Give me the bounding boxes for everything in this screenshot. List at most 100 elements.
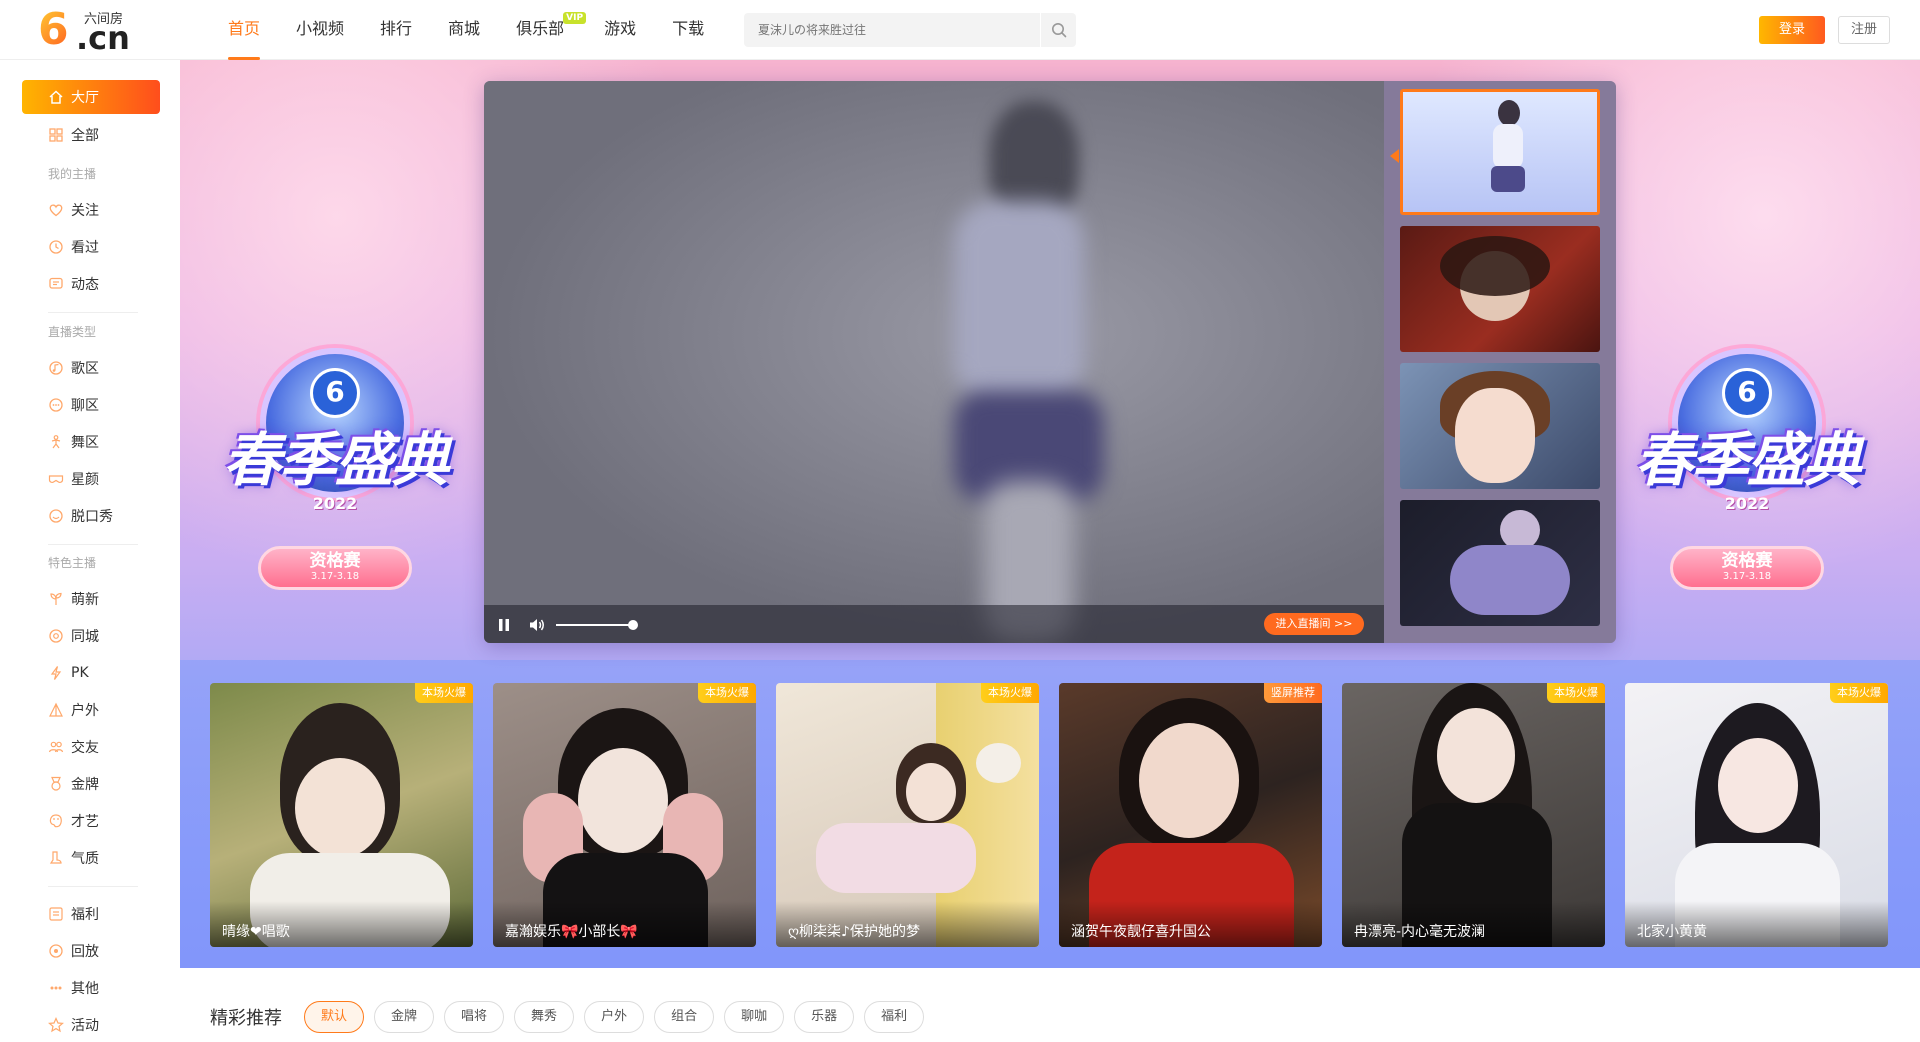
- sidebar-item-chat[interactable]: 聊区: [22, 388, 160, 422]
- nav-ranking-label: 排行: [380, 19, 413, 38]
- sidebar-divider: [48, 886, 138, 887]
- sidebar-item-all[interactable]: 全部: [22, 118, 160, 152]
- sidebar-item-replay[interactable]: 回放: [22, 934, 160, 968]
- sidebar-item-other[interactable]: 其他: [22, 971, 160, 1005]
- enter-room-button[interactable]: 进入直播间 >>: [1264, 613, 1364, 635]
- site-logo[interactable]: 6 .cn 六间房: [38, 8, 138, 55]
- anchor-card[interactable]: 本场火爆 嘉瀚娱乐🎀小部长🎀: [493, 683, 756, 947]
- volume-icon[interactable]: [528, 616, 546, 634]
- search-button[interactable]: [1040, 13, 1076, 47]
- recommend-bar: 精彩推荐 默认 金牌 唱将 舞秀 户外 组合 聊咖 乐器 福利: [210, 1000, 934, 1034]
- thumb-figure: [1498, 100, 1520, 126]
- tab-chat[interactable]: 聊咖: [724, 1001, 785, 1033]
- sidebar-item-outdoor[interactable]: 户外: [22, 693, 160, 727]
- sidebar-item-dance[interactable]: 舞区: [22, 425, 160, 459]
- replay-icon: [48, 943, 64, 959]
- register-button[interactable]: 注册: [1838, 16, 1890, 44]
- search-input[interactable]: [744, 13, 1040, 47]
- card-figure: [578, 748, 668, 853]
- card-figure: [295, 758, 385, 858]
- nav-mall[interactable]: 商城: [430, 0, 498, 60]
- anchor-card[interactable]: 本场火爆 晴缘❤唱歌: [210, 683, 473, 947]
- pause-icon[interactable]: [496, 617, 512, 633]
- sidebar-item-label: 萌新: [71, 592, 99, 608]
- sidebar-item-cute[interactable]: 萌新: [22, 582, 160, 616]
- sidebar-item-talent[interactable]: 才艺: [22, 804, 160, 838]
- anchor-card[interactable]: 竖屏推荐 涵贺午夜靓仔喜升国公: [1059, 683, 1322, 947]
- event-year: 2022: [312, 494, 358, 513]
- boot-icon: [48, 850, 64, 866]
- tab-welfare[interactable]: 福利: [864, 1001, 925, 1033]
- event-emblem-left[interactable]: 6 春季盛典 2022 资格赛 3.17-3.18: [200, 328, 470, 598]
- sidebar-item-label: 看过: [71, 240, 99, 256]
- event-stage-pill: 资格赛 3.17-3.18: [258, 546, 412, 590]
- sidebar-item-talkshow[interactable]: 脱口秀: [22, 499, 160, 533]
- sidebar-item-label: PK: [71, 665, 89, 681]
- nav-ranking[interactable]: 排行: [362, 0, 430, 60]
- nav-club[interactable]: 俱乐部 VIP: [498, 0, 587, 60]
- tab-default[interactable]: 默认: [304, 1001, 365, 1033]
- nav-short-video[interactable]: 小视频: [278, 0, 362, 60]
- hot-badge: 本场火爆: [1830, 683, 1888, 703]
- thumb-figure: [1491, 166, 1525, 192]
- anchor-name: 北家小黄黄: [1625, 901, 1888, 947]
- sidebar-item-hall[interactable]: 大厅: [22, 80, 160, 114]
- sidebar-item-activity[interactable]: 活动: [22, 1008, 160, 1042]
- anchor-name: 嘉瀚娱乐🎀小部长🎀: [493, 901, 756, 947]
- section-heading-feature: 特色主播: [48, 556, 97, 570]
- sidebar-item-star[interactable]: 星颜: [22, 462, 160, 496]
- sidebar-item-city[interactable]: 同城: [22, 619, 160, 653]
- heart-icon: [48, 202, 64, 218]
- sidebar-item-label: 聊区: [71, 398, 99, 414]
- sidebar-item-temperament[interactable]: 气质: [22, 841, 160, 875]
- stream-thumbnail[interactable]: [1400, 500, 1600, 626]
- tab-singer[interactable]: 唱将: [444, 1001, 505, 1033]
- sidebar-item-label: 歌区: [71, 361, 99, 377]
- live-video-player: 进入直播间 >>: [484, 81, 1616, 643]
- main-nav: 首页 小视频 排行 商城 俱乐部 VIP 游戏 下载: [210, 0, 722, 60]
- sidebar-item-dynamic[interactable]: 动态: [22, 267, 160, 301]
- tab-group[interactable]: 组合: [654, 1001, 715, 1033]
- home-icon: [48, 89, 64, 105]
- section-heading-live-type: 直播类型: [48, 325, 97, 339]
- volume-slider-handle[interactable]: [628, 620, 638, 630]
- anchor-name: 涵贺午夜靓仔喜升国公: [1059, 901, 1322, 947]
- event-emblem-right[interactable]: 6 春季盛典 2022 资格赛 3.17-3.18: [1612, 328, 1882, 598]
- thumb-figure: [1440, 236, 1550, 296]
- nav-club-label: 俱乐部: [516, 19, 565, 38]
- sidebar-item-label: 活动: [71, 1018, 99, 1034]
- sidebar-item-welfare[interactable]: 福利: [22, 897, 160, 931]
- nav-home-label: 首页: [228, 19, 261, 38]
- stream-thumbnail[interactable]: [1400, 89, 1600, 215]
- tab-gold[interactable]: 金牌: [374, 1001, 435, 1033]
- stream-thumbnail[interactable]: [1400, 363, 1600, 489]
- sidebar-item-pk[interactable]: PK: [22, 656, 160, 690]
- live-video-frame[interactable]: [484, 81, 1384, 643]
- card-figure: [1139, 723, 1239, 838]
- emblem-six-icon: 6: [1722, 368, 1772, 418]
- tab-instrument[interactable]: 乐器: [794, 1001, 855, 1033]
- gift-box-icon: [48, 906, 64, 922]
- sidebar-item-label: 同城: [71, 629, 99, 645]
- anchor-name: 冉漂亮-内心毫无波澜: [1342, 901, 1605, 947]
- card-figure: [1718, 738, 1798, 833]
- sidebar-item-follow[interactable]: 关注: [22, 193, 160, 227]
- volume-slider-track[interactable]: [556, 624, 632, 626]
- nav-games[interactable]: 游戏: [586, 0, 654, 60]
- tab-outdoor[interactable]: 户外: [584, 1001, 645, 1033]
- hot-badge: 本场火爆: [1547, 683, 1605, 703]
- stream-thumbnail[interactable]: [1400, 226, 1600, 352]
- anchor-card[interactable]: 本场火爆 北家小黄黄: [1625, 683, 1888, 947]
- login-button[interactable]: 登录: [1759, 16, 1825, 44]
- nav-download[interactable]: 下载: [654, 0, 722, 60]
- sidebar-item-friends[interactable]: 交友: [22, 730, 160, 764]
- lightning-icon: [48, 665, 64, 681]
- anchor-card[interactable]: 本场火爆 ღ柳柒柒♪保护她的梦: [776, 683, 1039, 947]
- streamer-silhouette: [954, 201, 1084, 401]
- sidebar-item-watched[interactable]: 看过: [22, 230, 160, 264]
- nav-home[interactable]: 首页: [210, 0, 278, 60]
- tab-dance-show[interactable]: 舞秀: [514, 1001, 575, 1033]
- anchor-card[interactable]: 本场火爆 冉漂亮-内心毫无波澜: [1342, 683, 1605, 947]
- sidebar-item-gold[interactable]: 金牌: [22, 767, 160, 801]
- sidebar-item-song[interactable]: 歌区: [22, 351, 160, 385]
